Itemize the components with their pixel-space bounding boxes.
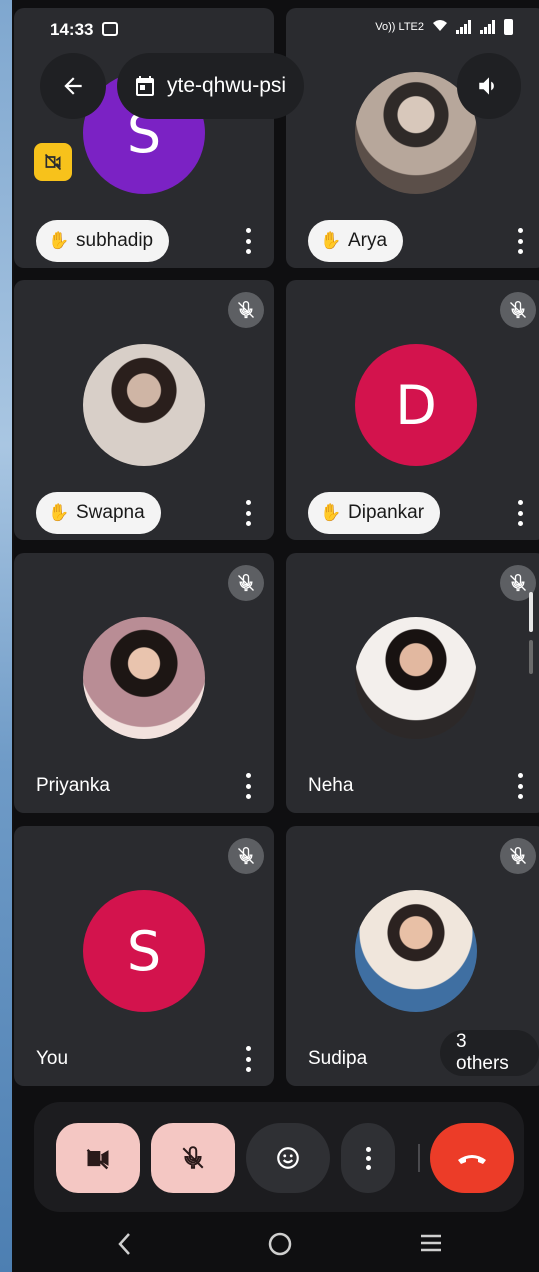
participant-name: Dipankar (348, 502, 425, 523)
meeting-info-chip[interactable]: yte-qhwu-psi (117, 53, 305, 119)
participant-name: Sudipa (308, 1048, 368, 1069)
more-options-button[interactable] (244, 228, 252, 254)
camera-off-icon (44, 153, 62, 171)
chevron-left-icon (118, 1233, 130, 1255)
raised-hand-name-chip: ✋ Arya (308, 220, 404, 262)
arrow-left-icon (64, 77, 82, 95)
mic-off-icon (500, 292, 536, 328)
raised-hand-name-chip: ✋ subhadip (36, 220, 170, 262)
participant-tile[interactable]: Neha (286, 553, 539, 813)
volte-label: Vo)) LTE2 (375, 20, 424, 33)
back-button[interactable] (40, 53, 106, 119)
screen-record-icon (102, 22, 118, 36)
raised-hand-icon: ✋ (320, 231, 342, 250)
calendar-icon (136, 76, 154, 96)
mic-off-icon (228, 838, 264, 874)
participant-name: Priyanka (36, 775, 110, 796)
signal-icon-2 (480, 19, 496, 34)
reactions-button[interactable] (246, 1123, 330, 1193)
meet-call-screen: 14:33 Vo)) LTE2 yte-qhwu-psi S ✋ subhadi… (12, 0, 539, 1272)
avatar (83, 344, 205, 466)
participant-tile[interactable]: ✋ Swapna (14, 280, 274, 540)
raised-hand-name-chip: ✋ Swapna (36, 492, 161, 534)
camera-toggle-button[interactable] (56, 1123, 140, 1193)
end-call-button[interactable] (430, 1123, 514, 1193)
scrollbar-thumb[interactable] (529, 592, 533, 632)
participant-name: subhadip (76, 230, 154, 251)
participant-name: Neha (308, 775, 354, 796)
nav-recents-button[interactable] (418, 1230, 444, 1261)
recents-icon (421, 1234, 441, 1252)
mic-off-icon (228, 292, 264, 328)
system-nav-bar (12, 1216, 539, 1272)
signal-icon-1 (456, 19, 472, 34)
participant-name: Swapna (76, 502, 145, 523)
participant-name: You (36, 1048, 69, 1069)
scrollbar-track (529, 640, 533, 674)
speaker-icon (479, 77, 494, 95)
avatar (83, 617, 205, 739)
home-circle-icon (268, 1232, 292, 1256)
mic-toggle-button[interactable] (151, 1123, 235, 1193)
raised-hand-icon: ✋ (48, 231, 70, 250)
more-actions-button[interactable] (341, 1123, 395, 1193)
status-icons: Vo)) LTE2 (375, 18, 513, 35)
camera-off-icon (86, 1148, 109, 1170)
raised-hand-icon: ✋ (320, 503, 342, 522)
more-vert-icon (365, 1146, 371, 1170)
participant-tile[interactable]: D ✋ Dipankar (286, 280, 539, 540)
more-options-button[interactable] (244, 773, 252, 799)
raised-hand-icon: ✋ (48, 503, 70, 522)
camera-off-badge (34, 143, 72, 181)
others-chip[interactable]: 3 others (440, 1030, 539, 1076)
controls-divider (418, 1144, 420, 1172)
more-options-button[interactable] (516, 500, 524, 526)
avatar (355, 617, 477, 739)
avatar (355, 890, 477, 1012)
more-options-button[interactable] (244, 1046, 252, 1072)
call-controls-bar (34, 1102, 524, 1212)
wifi-icon (432, 18, 448, 35)
participant-name: Arya (348, 230, 388, 251)
avatar: D (355, 344, 477, 466)
emoji-icon (277, 1147, 299, 1169)
hang-up-icon (458, 1155, 486, 1164)
status-bar: 14:33 Vo)) LTE2 (12, 0, 539, 60)
mic-off-icon (500, 838, 536, 874)
more-options-button[interactable] (244, 500, 252, 526)
status-time: 14:33 (50, 20, 94, 39)
nav-back-button[interactable] (116, 1230, 134, 1263)
more-options-button[interactable] (516, 773, 524, 799)
meeting-code: yte-qhwu-psi (167, 74, 287, 97)
mic-off-icon (228, 565, 264, 601)
nav-home-button[interactable] (266, 1230, 294, 1263)
audio-output-button[interactable] (457, 53, 521, 119)
raised-hand-name-chip: ✋ Dipankar (308, 492, 441, 534)
avatar: S (83, 890, 205, 1012)
mic-off-icon (182, 1146, 204, 1169)
more-options-button[interactable] (516, 228, 524, 254)
participant-tile[interactable]: Priyanka (14, 553, 274, 813)
battery-icon (504, 18, 513, 35)
participant-tile[interactable]: S You (14, 826, 274, 1086)
